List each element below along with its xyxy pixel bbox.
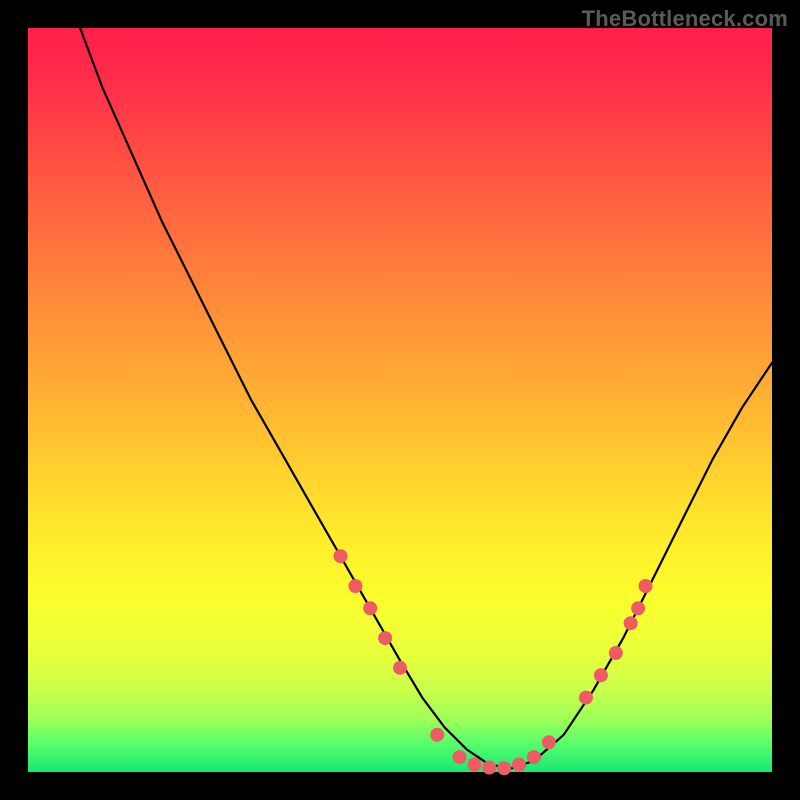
curve-path [80, 28, 772, 768]
data-marker [378, 631, 392, 645]
chart-frame: TheBottleneck.com [0, 0, 800, 800]
data-marker [453, 750, 467, 764]
data-marker [579, 691, 593, 705]
watermark-text: TheBottleneck.com [582, 6, 788, 32]
plot-area [28, 28, 772, 772]
data-marker [363, 601, 377, 615]
data-marker [594, 668, 608, 682]
data-marker [497, 761, 511, 775]
bottleneck-curve [28, 28, 772, 772]
data-marker [348, 579, 362, 593]
data-marker [609, 646, 623, 660]
data-marker [512, 758, 526, 772]
data-marker [482, 761, 496, 775]
data-marker [467, 758, 481, 772]
data-marker [631, 601, 645, 615]
data-marker [639, 579, 653, 593]
data-marker [527, 750, 541, 764]
data-marker [542, 735, 556, 749]
data-marker [624, 616, 638, 630]
data-marker [334, 549, 348, 563]
data-marker [393, 661, 407, 675]
data-marker [430, 728, 444, 742]
